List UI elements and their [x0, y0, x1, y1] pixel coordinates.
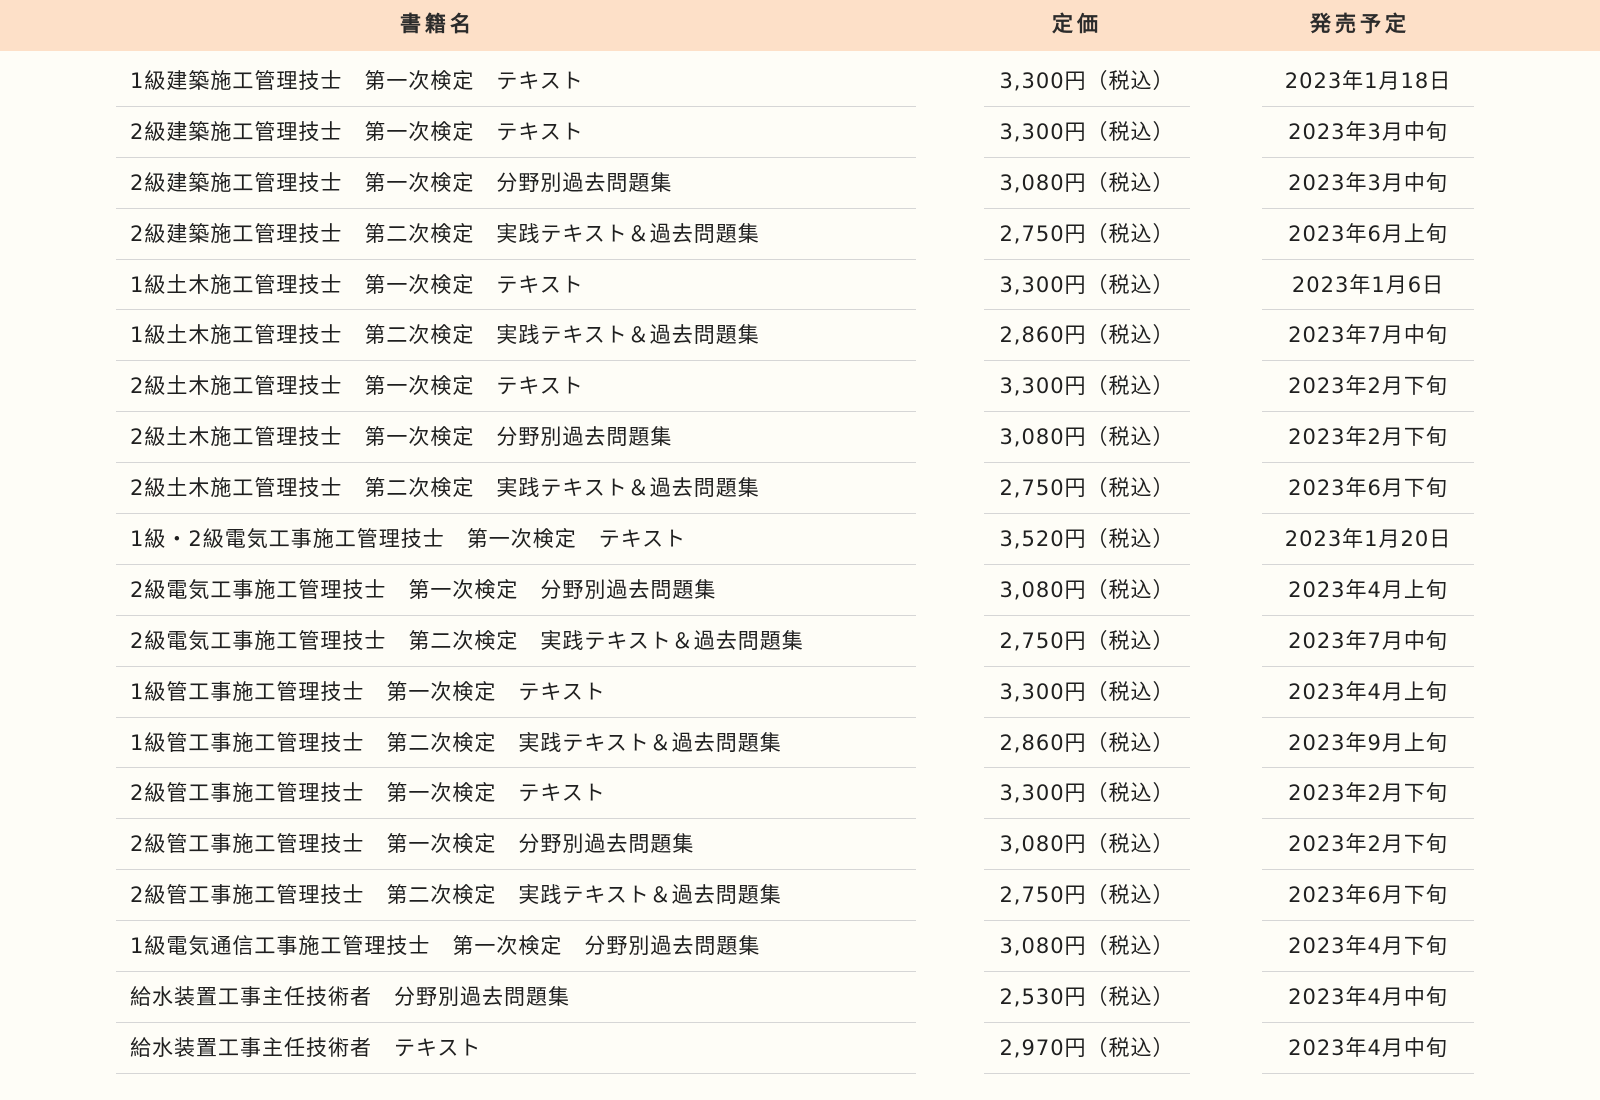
table-row: 1級建築施工管理技士 第一次検定 テキスト 3,300円（税込） 2023年1月18… [0, 56, 1600, 107]
book-title-cell: 2級管工事施工管理技士 第一次検定 テキスト [116, 768, 916, 820]
release-date-cell: 2023年7月中旬 [1262, 616, 1474, 667]
release-date-cell: 2023年9月上旬 [1262, 718, 1474, 769]
table-row: 1級電気通信工事施工管理技士 第一次検定 分野別過去問題集 3,080円（税込） 2… [0, 921, 1600, 973]
table-row: 2級土木施工管理技士 第二次検定 実践テキスト＆過去問題集 2,750円（税込） 2… [0, 463, 1600, 515]
release-date-cell: 2023年6月下旬 [1262, 870, 1474, 922]
table-body: 1級建築施工管理技士 第一次検定 テキスト 3,300円（税込） 2023年1月18… [0, 56, 1600, 1074]
table-row: 1級土木施工管理技士 第二次検定 実践テキスト＆過去問題集 2,860円（税込） 2… [0, 310, 1600, 362]
book-title-cell: 2級土木施工管理技士 第一次検定 テキスト [116, 361, 916, 413]
book-title-cell: 2級管工事施工管理技士 第一次検定 分野別過去問題集 [116, 819, 916, 871]
release-date-cell: 2023年2月下旬 [1262, 819, 1474, 871]
price-cell: 3,300円（税込） [984, 260, 1190, 311]
price-cell: 2,750円（税込） [984, 209, 1190, 260]
release-date-cell: 2023年4月下旬 [1262, 921, 1474, 973]
release-date-cell: 2023年7月中旬 [1262, 310, 1474, 362]
book-title-cell: 2級管工事施工管理技士 第二次検定 実践テキスト＆過去問題集 [116, 870, 916, 922]
price-cell: 3,300円（税込） [984, 768, 1190, 820]
header-title: 書籍名 [400, 12, 475, 36]
price-cell: 2,970円（税込） [984, 1023, 1190, 1074]
price-cell: 3,520円（税込） [984, 514, 1190, 565]
price-cell: 2,860円（税込） [984, 310, 1190, 362]
price-cell: 3,080円（税込） [984, 921, 1190, 973]
table-row: 2級建築施工管理技士 第一次検定 テキスト 3,300円（税込） 2023年3月中旬 [0, 107, 1600, 158]
price-cell: 3,300円（税込） [984, 667, 1190, 718]
book-title-cell: 1級・2級電気工事施工管理技士 第一次検定 テキスト [116, 514, 916, 565]
header-price: 定価 [1052, 12, 1102, 36]
release-date-cell: 2023年4月中旬 [1262, 972, 1474, 1023]
table-row: 2級管工事施工管理技士 第一次検定 テキスト 3,300円（税込） 2023年2月下… [0, 768, 1600, 820]
release-date-cell: 2023年6月上旬 [1262, 209, 1474, 260]
book-title-cell: 2級土木施工管理技士 第一次検定 分野別過去問題集 [116, 412, 916, 464]
release-date-cell: 2023年1月20日 [1262, 514, 1474, 565]
price-cell: 2,750円（税込） [984, 616, 1190, 667]
price-cell: 2,860円（税込） [984, 718, 1190, 769]
table-row: 1級管工事施工管理技士 第二次検定 実践テキスト＆過去問題集 2,860円（税込）… [0, 718, 1600, 769]
book-title-cell: 2級土木施工管理技士 第二次検定 実践テキスト＆過去問題集 [116, 463, 916, 515]
table-row: 1級・2級電気工事施工管理技士 第一次検定 テキスト 3,520円（税込） 2023… [0, 514, 1600, 565]
price-cell: 2,750円（税込） [984, 870, 1190, 922]
table-header: 書籍名 定価 発売予定 [0, 0, 1600, 51]
price-cell: 3,300円（税込） [984, 361, 1190, 413]
release-date-cell: 2023年3月中旬 [1262, 158, 1474, 209]
book-title-cell: 1級管工事施工管理技士 第二次検定 実践テキスト＆過去問題集 [116, 718, 916, 769]
table-row: 1級土木施工管理技士 第一次検定 テキスト 3,300円（税込） 2023年1月6日 [0, 260, 1600, 311]
price-cell: 3,080円（税込） [984, 412, 1190, 464]
release-date-cell: 2023年4月中旬 [1262, 1023, 1474, 1074]
table-row: 2級電気工事施工管理技士 第一次検定 分野別過去問題集 3,080円（税込） 202… [0, 565, 1600, 616]
price-cell: 3,080円（税込） [984, 819, 1190, 871]
release-date-cell: 2023年4月上旬 [1262, 565, 1474, 616]
release-date-cell: 2023年1月6日 [1262, 260, 1474, 311]
header-release: 発売予定 [1310, 12, 1410, 36]
book-title-cell: 1級土木施工管理技士 第二次検定 実践テキスト＆過去問題集 [116, 310, 916, 362]
book-title-cell: 1級管工事施工管理技士 第一次検定 テキスト [116, 667, 916, 718]
table-row: 2級建築施工管理技士 第一次検定 分野別過去問題集 3,080円（税込） 2023年… [0, 158, 1600, 209]
book-title-cell: 2級建築施工管理技士 第一次検定 分野別過去問題集 [116, 158, 916, 209]
release-date-cell: 2023年1月18日 [1262, 56, 1474, 107]
table-row: 給水装置工事主任技術者 テキスト 2,970円（税込） 2023年4月中旬 [0, 1023, 1600, 1074]
price-cell: 3,300円（税込） [984, 56, 1190, 107]
book-title-cell: 1級電気通信工事施工管理技士 第一次検定 分野別過去問題集 [116, 921, 916, 973]
release-date-cell: 2023年2月下旬 [1262, 361, 1474, 413]
price-cell: 3,080円（税込） [984, 158, 1190, 209]
release-date-cell: 2023年4月上旬 [1262, 667, 1474, 718]
table-row: 給水装置工事主任技術者 分野別過去問題集 2,530円（税込） 2023年4月中旬 [0, 972, 1600, 1023]
table-row: 2級土木施工管理技士 第一次検定 テキスト 3,300円（税込） 2023年2月下旬 [0, 361, 1600, 413]
price-cell: 2,750円（税込） [984, 463, 1190, 515]
price-cell: 2,530円（税込） [984, 972, 1190, 1023]
book-title-cell: 1級土木施工管理技士 第一次検定 テキスト [116, 260, 916, 311]
table-row: 2級建築施工管理技士 第二次検定 実践テキスト＆過去問題集 2,750円（税込） 2… [0, 209, 1600, 260]
release-date-cell: 2023年6月下旬 [1262, 463, 1474, 515]
book-title-cell: 2級電気工事施工管理技士 第一次検定 分野別過去問題集 [116, 565, 916, 616]
release-date-cell: 2023年2月下旬 [1262, 412, 1474, 464]
book-title-cell: 2級建築施工管理技士 第二次検定 実践テキスト＆過去問題集 [116, 209, 916, 260]
table-row: 2級管工事施工管理技士 第二次検定 実践テキスト＆過去問題集 2,750円（税込）… [0, 870, 1600, 922]
book-title-cell: 2級電気工事施工管理技士 第二次検定 実践テキスト＆過去問題集 [116, 616, 916, 667]
price-cell: 3,080円（税込） [984, 565, 1190, 616]
book-title-cell: 1級建築施工管理技士 第一次検定 テキスト [116, 56, 916, 107]
book-title-cell: 2級建築施工管理技士 第一次検定 テキスト [116, 107, 916, 158]
book-title-cell: 給水装置工事主任技術者 分野別過去問題集 [116, 972, 916, 1023]
table-row: 2級電気工事施工管理技士 第二次検定 実践テキスト＆過去問題集 2,750円（税込… [0, 616, 1600, 667]
table-row: 1級管工事施工管理技士 第一次検定 テキスト 3,300円（税込） 2023年4月上… [0, 667, 1600, 718]
table-row: 2級管工事施工管理技士 第一次検定 分野別過去問題集 3,080円（税込） 2023… [0, 819, 1600, 871]
table-row: 2級土木施工管理技士 第一次検定 分野別過去問題集 3,080円（税込） 2023年… [0, 412, 1600, 464]
release-date-cell: 2023年2月下旬 [1262, 768, 1474, 820]
release-date-cell: 2023年3月中旬 [1262, 107, 1474, 158]
price-cell: 3,300円（税込） [984, 107, 1190, 158]
book-title-cell: 給水装置工事主任技術者 テキスト [116, 1023, 916, 1074]
